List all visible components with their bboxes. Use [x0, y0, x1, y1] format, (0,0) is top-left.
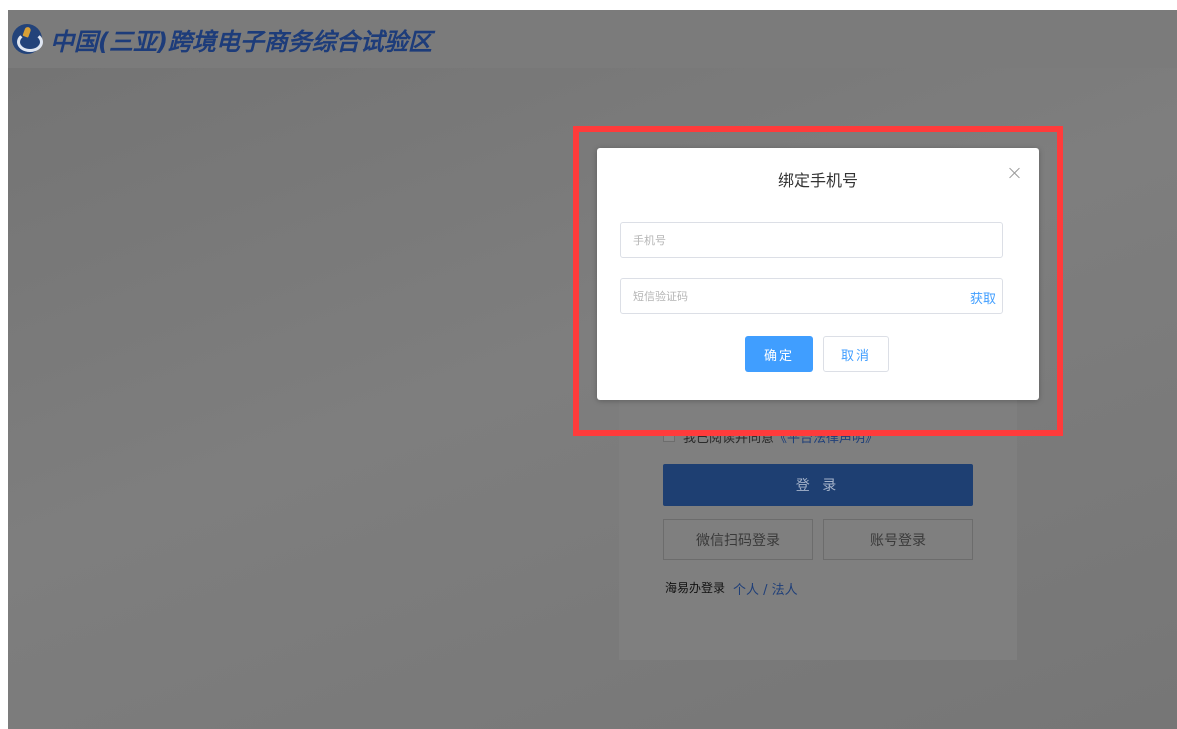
sms-code-input[interactable] [621, 279, 1002, 313]
bind-phone-dialog: 绑定手机号 获取 确定 取消 [597, 148, 1039, 400]
globe-logo-icon [12, 24, 43, 54]
site-header: 中国(三亚)跨境电子商务综合试验区 [8, 10, 1177, 68]
dialog-title: 绑定手机号 [777, 171, 858, 190]
close-icon[interactable] [1009, 167, 1021, 179]
cancel-button[interactable]: 取消 [823, 336, 889, 372]
wechat-login-button[interactable]: 微信扫码登录 [663, 519, 813, 560]
phone-field [620, 222, 1003, 258]
sms-code-field: 获取 [620, 278, 1003, 314]
haiyiban-login-label: 海易办登录 [665, 581, 726, 595]
confirm-button[interactable]: 确定 [745, 336, 813, 372]
site-title: 中国(三亚)跨境电子商务综合试验区 [50, 27, 432, 56]
get-code-button[interactable]: 获取 [970, 288, 996, 307]
haiyiban-login-link[interactable]: 个人 / 法人 [733, 579, 798, 598]
phone-input[interactable] [621, 223, 1002, 257]
haiyiban-login-row: 海易办登录 个人 / 法人 [665, 579, 798, 598]
login-button[interactable]: 登 录 [663, 464, 973, 506]
account-login-button[interactable]: 账号登录 [823, 519, 973, 560]
